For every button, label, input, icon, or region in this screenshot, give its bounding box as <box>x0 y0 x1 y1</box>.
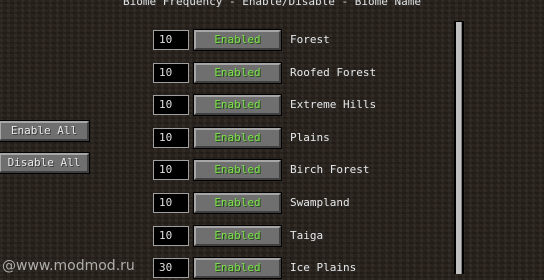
biome-name: Taiga <box>290 229 324 242</box>
biome-row: 10 Enabled Roofed Forest <box>0 62 460 85</box>
enabled-toggle-button[interactable]: Enabled <box>193 225 282 247</box>
biome-row: 10 Enabled Extreme Hills <box>0 94 460 117</box>
biome-row: 10 Enabled Swampland <box>0 192 460 215</box>
biome-row: 10 Enabled Forest <box>0 29 460 52</box>
biome-row: 10 Enabled Plains <box>0 127 460 150</box>
enabled-toggle-button[interactable]: Enabled <box>193 159 282 181</box>
enabled-toggle-button[interactable]: Enabled <box>193 62 282 84</box>
frequency-field[interactable]: 10 <box>153 226 189 246</box>
biome-name: Plains <box>290 131 330 144</box>
biome-name: Swampland <box>290 196 350 209</box>
frequency-field[interactable]: 10 <box>153 160 189 180</box>
enabled-toggle-button[interactable]: Enabled <box>193 94 282 116</box>
biome-name: Extreme Hills <box>290 98 377 111</box>
watermark: @www.modmod.ru <box>2 258 135 274</box>
frequency-field[interactable]: 10 <box>153 193 189 213</box>
biome-name: Birch Forest <box>290 163 370 176</box>
biome-name: Roofed Forest <box>290 66 377 79</box>
frequency-field[interactable]: 10 <box>153 63 189 83</box>
enabled-toggle-button[interactable]: Enabled <box>193 29 282 51</box>
biome-name: Forest <box>290 33 330 46</box>
biome-name: Ice Plains <box>290 261 357 274</box>
enabled-toggle-button[interactable]: Enabled <box>193 192 282 214</box>
enabled-toggle-button[interactable]: Enabled <box>193 257 282 279</box>
scrollbar-thumb[interactable] <box>456 22 462 274</box>
biome-row: 10 Enabled Birch Forest <box>0 159 460 182</box>
screen-title: Biome Frequency - Enable/Disable - Biome… <box>122 0 421 8</box>
enabled-toggle-button[interactable]: Enabled <box>193 127 282 149</box>
frequency-field[interactable]: 10 <box>153 95 189 115</box>
frequency-field[interactable]: 10 <box>153 30 189 50</box>
frequency-field[interactable]: 30 <box>153 258 189 278</box>
biome-row: 10 Enabled Taiga <box>0 225 460 248</box>
frequency-field[interactable]: 10 <box>153 128 189 148</box>
